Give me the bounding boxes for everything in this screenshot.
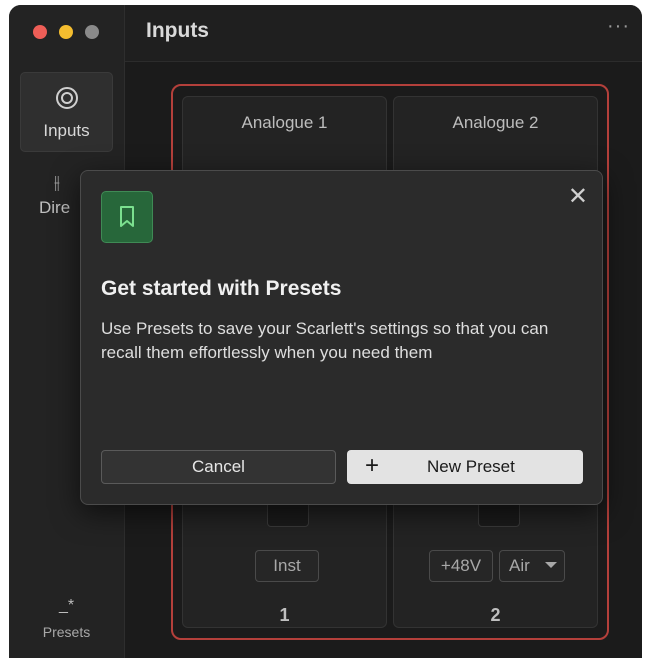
more-options-icon[interactable]: ··· bbox=[607, 15, 630, 38]
inst-button[interactable]: Inst bbox=[255, 550, 319, 582]
sidebar-item-direct[interactable]: Dire bbox=[39, 198, 70, 218]
dropdown-arrow-icon bbox=[545, 562, 557, 568]
channel-number: 1 bbox=[279, 605, 290, 625]
bookmark-icon bbox=[120, 206, 134, 227]
inputs-icon bbox=[56, 87, 78, 109]
sidebar-item-inputs[interactable]: Inputs bbox=[20, 72, 113, 152]
dialog-body: Use Presets to save your Scarlett's sett… bbox=[101, 319, 549, 362]
titlebar: Inputs ··· bbox=[125, 5, 642, 62]
minimize-window-button[interactable] bbox=[59, 25, 73, 39]
presets-icon[interactable]: _* bbox=[9, 597, 124, 615]
dialog-title: Get started with Presets bbox=[101, 277, 342, 300]
air-mode-label: Air bbox=[509, 556, 530, 575]
mixer-sliders-icon: ⫲ bbox=[54, 172, 60, 192]
sidebar-item-label: Inputs bbox=[43, 121, 90, 140]
phantom-power-button[interactable]: +48V bbox=[429, 550, 493, 582]
channel-number: 2 bbox=[490, 605, 501, 625]
zoom-window-button[interactable] bbox=[85, 25, 99, 39]
page-title: Inputs bbox=[146, 19, 209, 42]
cancel-button[interactable]: Cancel bbox=[101, 450, 336, 484]
new-preset-label: New Preset bbox=[427, 457, 515, 476]
close-window-button[interactable] bbox=[33, 25, 47, 39]
sidebar-item-presets[interactable]: Presets bbox=[9, 624, 124, 640]
app-window: Inputs ⫲ Dire _* Presets Inputs ··· Anal… bbox=[9, 5, 642, 658]
preset-bookmark-badge bbox=[101, 191, 153, 243]
plus-icon: + bbox=[365, 452, 380, 479]
channel-name: Analogue 1 bbox=[241, 113, 328, 132]
air-mode-select[interactable]: Air bbox=[499, 550, 565, 582]
channel-name: Analogue 2 bbox=[452, 113, 539, 132]
new-preset-button[interactable]: + New Preset bbox=[347, 450, 583, 484]
presets-dialog: ✕ Get started with Presets Use Presets t… bbox=[80, 170, 603, 505]
close-icon[interactable]: ✕ bbox=[568, 185, 588, 209]
